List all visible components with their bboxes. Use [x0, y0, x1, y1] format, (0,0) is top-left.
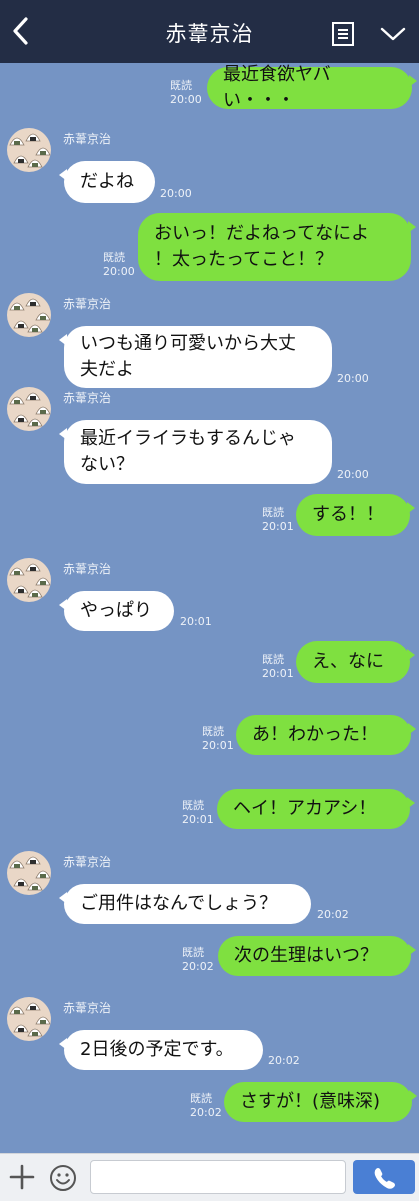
message-bubble[interactable]: いつも通り可愛いから大丈 夫だよ	[59, 326, 332, 388]
message-time: 20:02	[190, 1106, 222, 1119]
message-time: 20:02	[182, 960, 214, 973]
chat-title: 赤葦京治	[165, 22, 254, 46]
sender-name: 赤葦京治	[63, 562, 112, 576]
message-input[interactable]	[90, 1160, 346, 1194]
message-time: 20:00	[337, 372, 369, 385]
note-icon[interactable]	[331, 21, 355, 47]
message-time: 20:01	[180, 615, 212, 628]
message-time: 20:01	[202, 739, 234, 752]
input-bar	[0, 1153, 419, 1201]
contact-avatar[interactable]	[7, 128, 51, 172]
message-time: 20:02	[268, 1054, 300, 1067]
message-time: 20:01	[262, 520, 294, 533]
sender-name: 赤葦京治	[63, 1001, 112, 1015]
message-bubble[interactable]: やっぱり	[59, 591, 174, 631]
chat-area[interactable]: 既読 20:00 最近食欲ヤバい・・・ 赤葦京治 20:00 だよね 既読 20:00 おいっ！…	[0, 63, 419, 1153]
chevron-down-icon[interactable]	[379, 24, 407, 44]
message-bubble[interactable]: だよね	[59, 161, 155, 203]
sender-name: 赤葦京治	[63, 297, 112, 311]
send-button[interactable]	[353, 1160, 415, 1194]
contact-avatar[interactable]	[7, 558, 51, 602]
message-time: 20:00	[103, 265, 135, 278]
read-receipt: 既読	[103, 251, 125, 264]
message-bubble[interactable]: 最近イライラもするんじゃ ない？	[59, 420, 332, 484]
read-receipt: 既読	[190, 1092, 212, 1105]
read-receipt: 既読	[202, 725, 224, 738]
read-receipt: 既読	[182, 946, 204, 959]
message-time: 20:01	[182, 813, 214, 826]
smiley-icon[interactable]	[49, 1164, 77, 1192]
read-receipt: 既読	[182, 799, 204, 812]
read-receipt: 既読	[262, 653, 284, 666]
contact-avatar[interactable]	[7, 997, 51, 1041]
phone-icon	[374, 1168, 395, 1189]
contact-avatar[interactable]	[7, 293, 51, 337]
message-time: 20:00	[160, 187, 192, 200]
plus-icon[interactable]	[8, 1163, 36, 1191]
message-time: 20:01	[262, 667, 294, 680]
message-bubble[interactable]: あ！わかった！	[236, 715, 416, 755]
sender-name: 赤葦京治	[63, 391, 112, 405]
contact-avatar[interactable]	[7, 851, 51, 895]
message-bubble[interactable]: する！！	[296, 494, 415, 536]
message-time: 20:02	[317, 908, 349, 921]
read-receipt: 既読	[170, 79, 192, 92]
read-receipt: 既読	[262, 506, 284, 519]
message-time: 20:00	[337, 468, 369, 481]
chat-header: 赤葦京治	[0, 0, 419, 63]
message-bubble[interactable]: さすが！(意味深)	[224, 1082, 417, 1122]
message-bubble[interactable]: おいっ！だよねってなによ ！太ったってこと！？	[138, 213, 416, 281]
message-time: 20:00	[170, 93, 202, 106]
message-bubble[interactable]: ご用件はなんでしょう？	[59, 884, 311, 924]
message-bubble[interactable]: 次の生理はいつ？	[218, 936, 416, 976]
message-bubble[interactable]: え、なに	[296, 641, 415, 683]
sender-name: 赤葦京治	[63, 132, 112, 146]
sender-name: 赤葦京治	[63, 855, 112, 869]
message-bubble[interactable]: 2日後の予定です。	[59, 1030, 263, 1070]
message-bubble[interactable]: 最近食欲ヤバい・・・	[207, 64, 417, 111]
contact-avatar[interactable]	[7, 387, 51, 431]
message-bubble[interactable]: ヘイ！アカアシ！	[217, 789, 415, 829]
